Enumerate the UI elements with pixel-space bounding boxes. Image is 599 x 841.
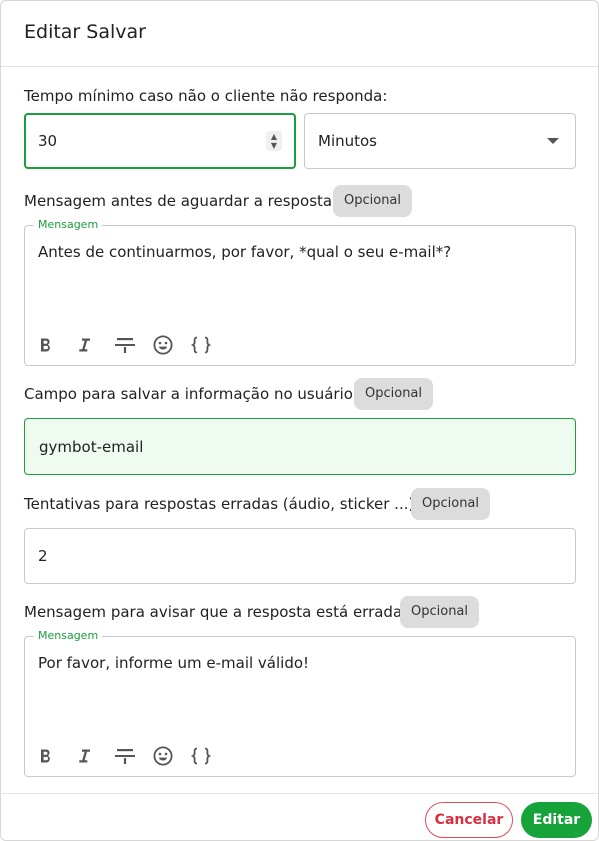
wrong-message-editor[interactable]: Mensagem Por favor, informe um e-mail vá…	[24, 628, 576, 777]
dialog-title: Editar Salvar	[24, 21, 146, 43]
before-message-editor[interactable]: Mensagem Antes de continuarmos, por favo…	[24, 217, 576, 366]
attempts-input[interactable]: 2	[24, 528, 576, 584]
optional-badge: Opcional	[411, 488, 491, 520]
italic-icon[interactable]	[75, 745, 113, 767]
dropdown-arrow-icon	[547, 138, 559, 144]
formatting-toolbar	[37, 334, 227, 356]
timeout-unit-select[interactable]: Minutos	[304, 113, 576, 169]
bold-icon[interactable]	[37, 745, 75, 767]
timeout-value: 30	[38, 132, 58, 150]
timeout-label: Tempo mínimo caso não o cliente não resp…	[24, 87, 388, 105]
optional-badge: Opcional	[354, 378, 434, 410]
attempts-label: Tentativas para respostas erradas (áudio…	[24, 495, 420, 513]
before-message-text[interactable]: Antes de continuarmos, por favor, *qual …	[38, 243, 451, 261]
before-message-label: Mensagem antes de aguardar a resposta:	[24, 192, 338, 210]
message-legend: Mensagem	[34, 628, 103, 644]
wrong-message-text[interactable]: Por favor, informe um e-mail válido!	[38, 654, 309, 672]
italic-icon[interactable]	[75, 334, 113, 356]
cancel-button[interactable]: Cancelar	[425, 802, 513, 838]
save-field-input[interactable]: gymbot-email	[24, 418, 576, 475]
variables-icon[interactable]	[189, 745, 227, 767]
strikethrough-icon[interactable]	[113, 745, 151, 767]
dialog-header: Editar Salvar	[1, 1, 598, 67]
edit-button[interactable]: Editar	[521, 802, 592, 838]
timeout-unit-value: Minutos	[318, 132, 377, 150]
message-legend: Mensagem	[34, 217, 103, 233]
attempts-value: 2	[38, 547, 48, 565]
footer-divider	[1, 793, 598, 794]
emoji-icon[interactable]	[151, 745, 189, 767]
number-stepper[interactable]: ▲ ▼	[266, 131, 282, 151]
variables-icon[interactable]	[189, 334, 227, 356]
bold-icon[interactable]	[37, 334, 75, 356]
stepper-up-icon[interactable]: ▲	[271, 132, 277, 141]
formatting-toolbar	[37, 745, 227, 767]
optional-badge: Opcional	[333, 185, 413, 217]
edit-save-dialog: Editar Salvar Tempo mínimo caso não o cl…	[0, 0, 599, 841]
strikethrough-icon[interactable]	[113, 334, 151, 356]
stepper-down-icon[interactable]: ▼	[271, 141, 277, 150]
wrong-message-label: Mensagem para avisar que a resposta está…	[24, 603, 408, 621]
save-field-label: Campo para salvar a informação no usuári…	[24, 385, 358, 403]
optional-badge: Opcional	[400, 596, 480, 628]
emoji-icon[interactable]	[151, 334, 189, 356]
timeout-value-input[interactable]: 30 ▲ ▼	[24, 113, 296, 169]
save-field-value: gymbot-email	[39, 437, 144, 456]
